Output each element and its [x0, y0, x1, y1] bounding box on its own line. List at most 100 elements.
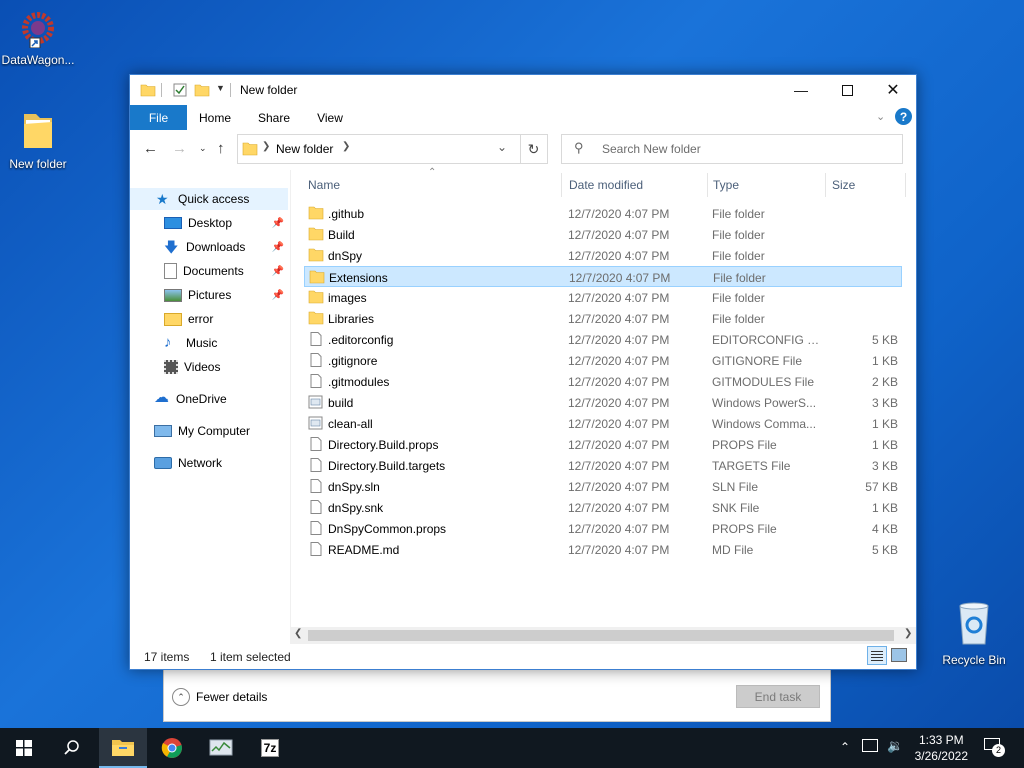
file-row[interactable]: Directory.Build.targets 12/7/2020 4:07 PM…: [304, 455, 902, 476]
desktop-icon-recycle-bin[interactable]: Recycle Bin: [936, 600, 1012, 667]
pin-icon[interactable]: 📌: [272, 242, 284, 253]
close-icon: ✕: [886, 82, 900, 99]
volume-icon[interactable]: 🔉: [887, 738, 903, 754]
nav-item-videos[interactable]: Videos: [130, 356, 288, 378]
file-row[interactable]: README.md 12/7/2020 4:07 PM MD File 5 KB: [304, 539, 902, 560]
back-arrow-icon[interactable]: ←: [143, 140, 158, 157]
chrome-icon: [161, 738, 182, 758]
file-row[interactable]: .editorconfig 12/7/2020 4:07 PM EDITORCONF…: [304, 329, 902, 350]
file-type: GITIGNORE File: [712, 354, 803, 368]
horizontal-scrollbar[interactable]: ❮ ❯: [290, 627, 916, 644]
nav-item-label: Videos: [184, 360, 221, 374]
details-view-icon[interactable]: [867, 646, 887, 665]
pin-icon[interactable]: 📌: [272, 218, 284, 229]
nav-item-pictures[interactable]: Pictures 📌: [130, 284, 288, 306]
help-icon[interactable]: ?: [895, 108, 912, 125]
folder-icon: [308, 311, 324, 325]
pin-icon[interactable]: 📌: [272, 266, 284, 277]
file-row[interactable]: Directory.Build.props 12/7/2020 4:07 PM PR…: [304, 434, 902, 455]
up-arrow-icon[interactable]: ↑: [217, 140, 225, 157]
file-date: 12/7/2020 4:07 PM: [568, 543, 670, 557]
file-row[interactable]: DnSpyCommon.props 12/7/2020 4:07 PM PROPS …: [304, 518, 902, 539]
file-icon: [310, 332, 322, 346]
download-icon: 🡇: [164, 239, 179, 255]
file-row[interactable]: dnSpy.snk 12/7/2020 4:07 PM SNK File 1 KB: [304, 497, 902, 518]
taskbar-file-explorer[interactable]: [99, 728, 147, 768]
navigation-pane: ★ Quick access Desktop 📌 🡇 Downloads 📌 D…: [130, 180, 290, 640]
folder-icon: [308, 227, 324, 241]
chevron-right-icon[interactable]: ❯: [342, 141, 350, 152]
column-header-size[interactable]: Size: [826, 173, 906, 197]
file-row[interactable]: .github 12/7/2020 4:07 PM File folder: [304, 203, 902, 224]
breadcrumb-new-folder[interactable]: New folder: [276, 142, 333, 156]
scroll-left-icon[interactable]: ❮: [294, 628, 302, 639]
large-icons-view-icon[interactable]: [891, 648, 907, 662]
column-header-date[interactable]: Date modified: [562, 173, 708, 197]
file-date: 12/7/2020 4:07 PM: [568, 333, 670, 347]
nav-item-network[interactable]: Network: [130, 452, 288, 474]
file-row[interactable]: Extensions 12/7/2020 4:07 PM File folder: [304, 266, 902, 287]
file-row[interactable]: dnSpy.sln 12/7/2020 4:07 PM SLN File 57 KB: [304, 476, 902, 497]
minimize-button[interactable]: —: [778, 75, 824, 105]
taskbar-task-manager[interactable]: [197, 728, 245, 768]
network-status-icon[interactable]: [862, 739, 878, 752]
maximize-button[interactable]: [824, 75, 870, 105]
properties-icon[interactable]: [172, 82, 188, 98]
search-input[interactable]: ⚲ Search New folder: [561, 134, 903, 164]
nav-item-downloads[interactable]: 🡇 Downloads 📌: [130, 236, 288, 258]
file-name: images: [328, 291, 367, 305]
file-row[interactable]: .gitmodules 12/7/2020 4:07 PM GITMODULES F…: [304, 371, 902, 392]
computer-icon: [154, 425, 172, 437]
expand-ribbon-icon[interactable]: ⌄: [876, 110, 885, 123]
search-placeholder: Search New folder: [602, 142, 701, 156]
nav-item-music[interactable]: ♪ Music: [130, 332, 288, 354]
recycle-bin-icon: [959, 602, 989, 645]
desktop-icon-datawagon[interactable]: DataWagon...: [0, 8, 76, 67]
file-row[interactable]: .gitignore 12/7/2020 4:07 PM GITIGNORE Fil…: [304, 350, 902, 371]
close-button[interactable]: ✕: [870, 75, 916, 105]
clock[interactable]: 1:33 PM 3/26/2022: [915, 732, 968, 764]
title-bar[interactable]: ▼ New folder — ✕: [130, 75, 916, 105]
forward-arrow-icon[interactable]: →: [172, 140, 187, 157]
nav-item-desktop[interactable]: Desktop 📌: [130, 212, 288, 234]
search-button[interactable]: [48, 728, 96, 768]
nav-item-quick-access[interactable]: ★ Quick access: [130, 188, 288, 210]
file-row[interactable]: Libraries 12/7/2020 4:07 PM File folder: [304, 308, 902, 329]
tab-home[interactable]: Home: [190, 105, 240, 130]
start-button[interactable]: [0, 728, 48, 768]
file-row[interactable]: build 12/7/2020 4:07 PM Windows PowerS... 3…: [304, 392, 902, 413]
7zip-icon: 7z: [260, 739, 280, 757]
customize-qat-icon[interactable]: ▼: [216, 83, 225, 93]
file-row[interactable]: Build 12/7/2020 4:07 PM File folder: [304, 224, 902, 245]
taskbar-chrome[interactable]: [148, 728, 196, 768]
file-size: 3 KB: [871, 459, 898, 473]
chevron-down-icon[interactable]: ⌄: [497, 140, 507, 154]
file-row[interactable]: clean-all 12/7/2020 4:07 PM Windows Comma.…: [304, 413, 902, 434]
tab-view[interactable]: View: [306, 105, 354, 130]
column-header-name[interactable]: Name: [300, 173, 562, 197]
new-folder-icon[interactable]: [194, 82, 210, 98]
nav-item-documents[interactable]: Documents 📌: [130, 260, 288, 282]
tab-file[interactable]: File: [130, 105, 187, 130]
scrollbar-thumb[interactable]: [308, 630, 894, 641]
pane-divider[interactable]: [290, 170, 291, 642]
pin-icon[interactable]: 📌: [272, 290, 284, 301]
file-row[interactable]: images 12/7/2020 4:07 PM File folder: [304, 287, 902, 308]
address-bar[interactable]: ❯ New folder ❯ ⌄: [237, 134, 521, 164]
show-hidden-icons-icon[interactable]: ⌃: [840, 740, 850, 754]
ribbon-tabs: File Home Share View ⌄ ?: [130, 105, 916, 131]
nav-item-my-computer[interactable]: My Computer: [130, 420, 288, 442]
desktop-icon-new-folder[interactable]: New folder: [0, 108, 76, 171]
tab-share[interactable]: Share: [250, 105, 298, 130]
end-task-button[interactable]: End task: [736, 685, 820, 708]
fewer-details-toggle[interactable]: ⌃ Fewer details: [172, 688, 267, 706]
nav-item-onedrive[interactable]: ☁ OneDrive: [130, 388, 288, 410]
taskbar-7zip[interactable]: 7z: [246, 728, 294, 768]
scroll-right-icon[interactable]: ❯: [904, 628, 912, 639]
notifications-button[interactable]: 2: [984, 738, 1005, 757]
column-header-type[interactable]: Type: [708, 173, 826, 197]
file-row[interactable]: dnSpy 12/7/2020 4:07 PM File folder: [304, 245, 902, 266]
nav-item-error[interactable]: error: [130, 308, 288, 330]
recent-locations-icon[interactable]: ⌄: [199, 143, 207, 154]
refresh-button[interactable]: ↻: [520, 134, 548, 164]
